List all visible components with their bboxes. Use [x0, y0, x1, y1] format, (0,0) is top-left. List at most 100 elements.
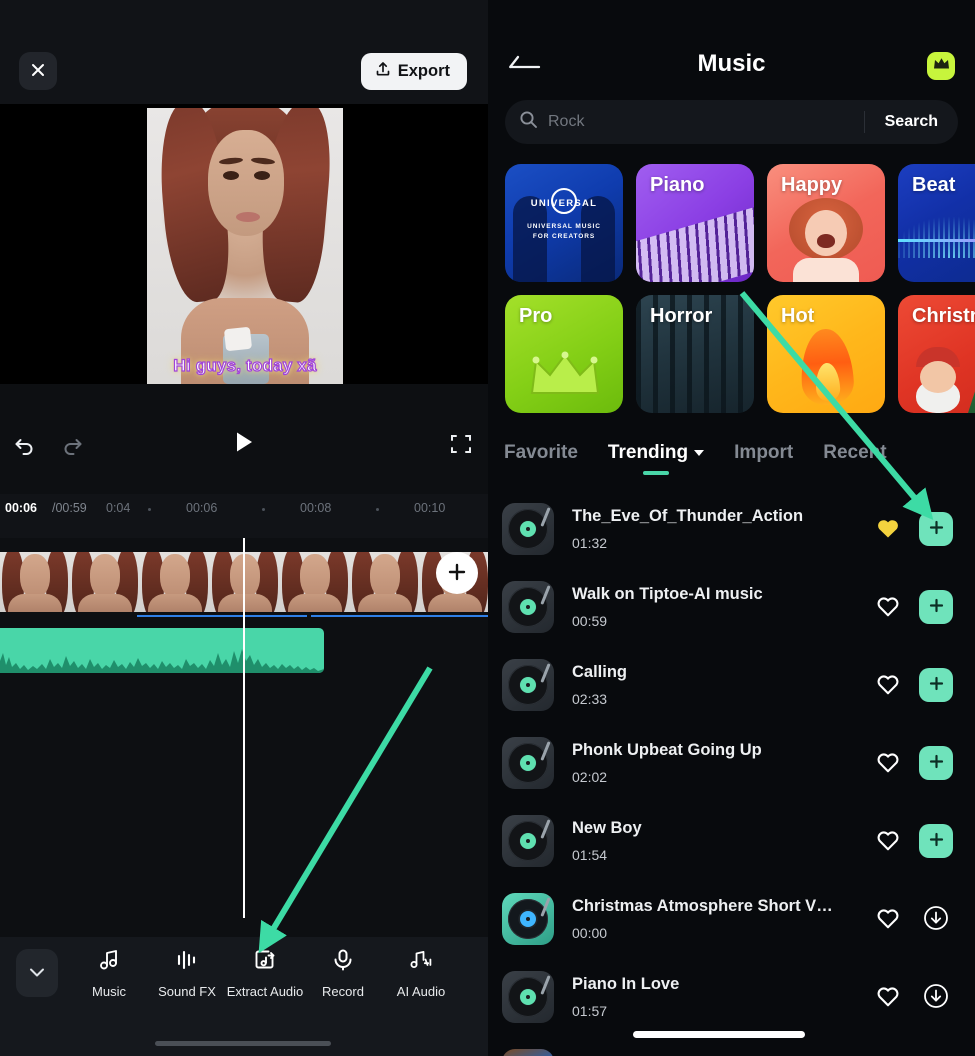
track-duration: 00:00	[572, 925, 608, 941]
tool-sound-fx[interactable]: Sound FX	[148, 947, 226, 1000]
track-row[interactable]: Piano In Love 01:57	[488, 958, 975, 1036]
heart-outline-icon	[876, 751, 900, 776]
favorite-button[interactable]	[867, 820, 909, 862]
tab-label: Favorite	[504, 442, 578, 463]
track-thumbnail	[502, 503, 554, 555]
category-tile-beat[interactable]: Beat	[898, 164, 975, 282]
close-button[interactable]	[19, 52, 57, 90]
track-thumbnail	[502, 893, 554, 945]
category-label: Happy	[781, 174, 843, 196]
favorite-button[interactable]	[867, 742, 909, 784]
audio-waveform	[0, 649, 324, 673]
tab-favorite[interactable]: Favorite	[504, 434, 578, 464]
download-track-button[interactable]	[919, 980, 953, 1014]
heart-outline-icon	[876, 907, 900, 932]
track-duration: 01:54	[572, 847, 608, 863]
track-row[interactable]: The_Eve_Of_Thunder_Action 01:32	[488, 490, 975, 568]
track-info: New Boy 01:54	[572, 819, 867, 863]
undo-button[interactable]	[12, 432, 39, 459]
playhead[interactable]	[243, 538, 245, 918]
extract-audio-icon	[252, 947, 278, 978]
piano-keys-art	[636, 204, 754, 282]
tool-label: Record	[322, 984, 364, 999]
add-track-button[interactable]	[919, 668, 953, 702]
add-track-button[interactable]	[919, 590, 953, 624]
favorite-button[interactable]	[867, 586, 909, 628]
track-row[interactable]: Calling 02:33	[488, 646, 975, 724]
ai-audio-icon	[408, 947, 434, 978]
track-duration: 01:57	[572, 1003, 608, 1019]
search-input[interactable]	[548, 113, 864, 131]
universal-label-1: UNIVERSAL	[530, 198, 598, 209]
category-tile-pro[interactable]: Pro	[505, 295, 623, 413]
audio-clip[interactable]	[0, 628, 324, 673]
track-row[interactable]: Walk on Tiptoe-AI music 00:59	[488, 568, 975, 646]
tool-label: Sound FX	[158, 984, 216, 999]
category-tile-christmas[interactable]: Christmas	[898, 295, 975, 413]
ruler-dot-1	[148, 508, 151, 511]
favorite-button[interactable]	[867, 898, 909, 940]
music-header: Music	[488, 0, 975, 100]
category-tile-happy[interactable]: Happy	[767, 164, 885, 282]
add-track-button[interactable]	[919, 824, 953, 858]
track-title: Piano In Love	[572, 975, 680, 993]
music-track-list[interactable]: The_Eve_Of_Thunder_Action 01:32 Walk on Ti…	[488, 490, 975, 1056]
track-row[interactable]: Phonk Upbeat Going Up 02:02	[488, 724, 975, 802]
plus-icon	[929, 832, 944, 850]
tab-import[interactable]: Import	[734, 434, 793, 464]
add-track-button[interactable]	[919, 512, 953, 546]
export-button[interactable]: Export	[360, 53, 467, 90]
tab-trending[interactable]: Trending	[608, 434, 705, 464]
plus-icon	[929, 754, 944, 772]
category-tile-piano[interactable]: Piano	[636, 164, 754, 282]
category-tiles: UNIVERSAL UNIVERSAL MUSIC FOR CREATORS P…	[488, 164, 975, 426]
track-thumbnail	[502, 581, 554, 633]
timeline-ruler[interactable]: 00:06 /00:59 0:04 00:06 00:08 00:10	[0, 494, 488, 538]
favorite-button[interactable]	[867, 508, 909, 550]
track-row[interactable]: Christmas Atmosphere Short V… 00:00	[488, 880, 975, 958]
track-info: Calling 02:33	[572, 663, 867, 707]
favorite-button[interactable]	[867, 664, 909, 706]
category-tile-universal[interactable]: UNIVERSAL UNIVERSAL MUSIC FOR CREATORS	[505, 164, 623, 282]
video-preview[interactable]: Hi guys, today xã	[0, 104, 488, 384]
ruler-tick-3: 00:10	[414, 501, 446, 515]
track-duration: 02:02	[572, 769, 608, 785]
download-track-button[interactable]	[919, 902, 953, 936]
track-thumbnail	[502, 971, 554, 1023]
tool-music[interactable]: Music	[70, 947, 148, 1000]
search-bar[interactable]: Search	[505, 100, 958, 144]
tool-label: Music	[92, 984, 126, 999]
upload-icon	[375, 61, 391, 82]
ruler-tick-0: 0:04	[106, 501, 131, 515]
add-clip-button[interactable]	[436, 552, 478, 594]
film-frame	[350, 552, 420, 612]
search-button[interactable]: Search	[865, 113, 958, 131]
redo-button[interactable]	[58, 432, 85, 459]
pro-badge[interactable]	[927, 52, 955, 80]
track-title: Calling	[572, 663, 628, 681]
category-tile-horror[interactable]: Horror	[636, 295, 754, 413]
track-title: New Boy	[572, 819, 642, 837]
plus-icon	[447, 562, 467, 585]
play-button[interactable]	[231, 429, 257, 455]
transport-controls	[0, 384, 488, 494]
video-caption-text[interactable]: Hi guys, today xã	[147, 355, 343, 376]
track-row[interactable]: Keep Calm And Relax-AI Music	[488, 1036, 975, 1056]
search-icon	[519, 110, 538, 134]
tab-recent[interactable]: Recent	[823, 434, 886, 464]
track-row[interactable]: New Boy 01:54	[488, 802, 975, 880]
category-tile-hot[interactable]: Hot	[767, 295, 885, 413]
tool-extract-audio[interactable]: Extract Audio	[226, 947, 304, 1000]
track-info: Walk on Tiptoe-AI music 00:59	[572, 585, 867, 629]
timeline-tracks[interactable]	[0, 538, 488, 930]
heart-filled-icon	[876, 517, 900, 542]
tool-ai-audio[interactable]: AI Audio	[382, 947, 460, 1000]
collapse-toolbar-button[interactable]	[16, 949, 58, 997]
film-frame	[0, 552, 70, 612]
track-title: Walk on Tiptoe-AI music	[572, 585, 763, 603]
add-track-button[interactable]	[919, 746, 953, 780]
track-thumbnail	[502, 815, 554, 867]
fullscreen-button[interactable]	[449, 432, 473, 456]
tool-record[interactable]: Record	[304, 947, 382, 1000]
favorite-button[interactable]	[867, 976, 909, 1018]
